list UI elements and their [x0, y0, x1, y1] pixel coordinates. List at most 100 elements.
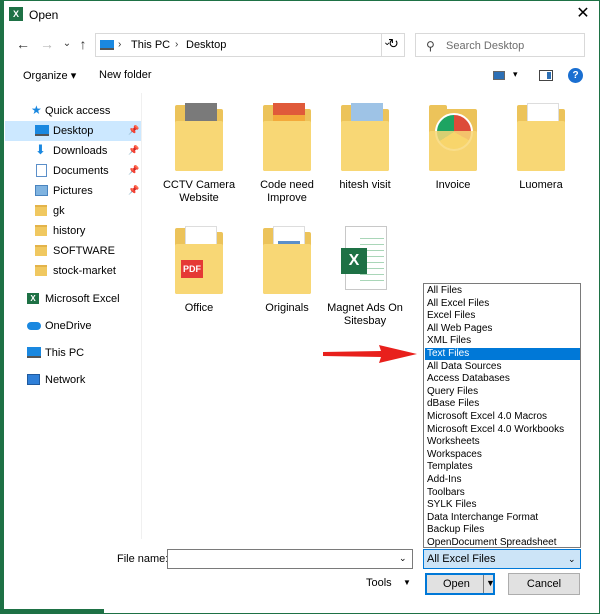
new-folder-button[interactable]: New folder — [99, 69, 152, 81]
window-title: Open — [29, 8, 59, 22]
search-box[interactable]: ⚲ — [415, 33, 585, 57]
file-name-label: Magnet Ads On Sitesbay — [327, 302, 403, 327]
file-type-option[interactable]: OpenDocument Spreadsheet — [425, 537, 580, 549]
file-type-option[interactable]: All Data Sources — [425, 361, 580, 373]
file-type-option[interactable]: Microsoft Excel 4.0 Macros — [425, 411, 580, 423]
sidebar-item-gk[interactable]: gk — [5, 201, 141, 221]
sidebar-item-label: Quick access — [45, 105, 111, 117]
tools-button[interactable]: Tools — [366, 577, 392, 589]
file-type-option[interactable]: Backup Files — [425, 524, 580, 536]
forward-button[interactable]: → — [39, 35, 55, 53]
desktop-icon — [35, 125, 49, 136]
computer-icon — [27, 347, 41, 358]
sidebar-item-network[interactable]: Network — [5, 370, 141, 390]
breadcrumb-separator: › — [118, 39, 122, 50]
documents-icon — [36, 164, 47, 177]
change-view-icon[interactable] — [493, 71, 505, 80]
file-type-option[interactable]: Excel Files — [425, 310, 580, 322]
sidebar-item-this-pc[interactable]: This PC — [5, 343, 141, 363]
file-type-option[interactable]: Query Files — [425, 386, 580, 398]
file-item-magnet-ads-on-sitesbay[interactable]: X Magnet Ads On Sitesbay — [325, 226, 405, 336]
view-options-dropdown[interactable]: ▾ — [513, 69, 518, 80]
recent-locations-dropdown[interactable]: ⌄ — [59, 35, 75, 53]
folder-doc-blue-icon — [263, 226, 311, 296]
sidebar-item-downloads[interactable]: ⬇ Downloads 📌 — [5, 141, 141, 161]
download-icon: ⬇ — [35, 142, 46, 157]
file-name-label: Office — [184, 302, 214, 314]
file-name-dropdown-icon[interactable]: ⌄ — [399, 553, 407, 564]
sidebar-item-microsoft-excel[interactable]: X Microsoft Excel — [5, 289, 141, 309]
file-name-label: Code need Improve — [260, 179, 314, 204]
sidebar-item-documents[interactable]: Documents 📌 — [5, 161, 141, 181]
file-name-label: Originals — [265, 302, 309, 314]
folder-chrome-icon — [429, 103, 477, 173]
sidebar-item-quick-access[interactable]: ★ Quick access — [5, 101, 141, 121]
file-item-hitesh-visit[interactable]: hitesh visit — [325, 103, 405, 213]
file-type-list[interactable]: All Files All Excel Files Excel Files All W… — [423, 283, 581, 548]
sidebar-item-label: OneDrive — [45, 320, 92, 332]
file-type-option[interactable]: Workspaces — [425, 449, 580, 461]
file-type-filter-value: All Excel Files — [427, 553, 496, 565]
sidebar-item-label: stock-market — [53, 265, 116, 277]
cancel-button[interactable]: Cancel — [508, 573, 580, 595]
back-button[interactable]: ← — [15, 35, 31, 53]
tools-dropdown-icon[interactable]: ▼ — [403, 578, 411, 587]
sidebar-item-stock-market[interactable]: stock-market — [5, 261, 141, 281]
sidebar-item-onedrive[interactable]: OneDrive — [5, 316, 141, 336]
file-type-option[interactable]: Worksheets — [425, 436, 580, 448]
refresh-button[interactable]: ↻ — [381, 33, 405, 57]
up-button[interactable]: ↑ — [75, 35, 91, 53]
file-item-luomera[interactable]: Luomera — [501, 103, 581, 213]
file-name-label: CCTV Camera Website — [162, 179, 236, 204]
file-type-option[interactable]: Microsoft Excel 4.0 Workbooks — [425, 424, 580, 436]
sidebar-item-label: history — [53, 225, 86, 237]
folder-icon — [35, 245, 47, 256]
open-dialog: X Open ✕ ← → ⌄ ↑ › This PC › Desktop ⌄ ↻… — [0, 0, 600, 614]
file-item-office[interactable]: PDF Office — [159, 226, 239, 336]
open-options-dropdown[interactable]: ▼ — [486, 578, 495, 588]
file-type-option[interactable]: Access Databases — [425, 373, 580, 385]
file-item-code-need-improve[interactable]: Code need Improve — [247, 103, 327, 213]
sidebar-item-pictures[interactable]: Pictures 📌 — [5, 181, 141, 201]
file-name-label: File name: — [117, 553, 169, 565]
file-name-input[interactable] — [167, 549, 413, 569]
open-button[interactable]: Open ▼ — [425, 573, 495, 595]
file-item-invoice[interactable]: Invoice — [413, 103, 493, 213]
search-input[interactable] — [446, 38, 580, 54]
organize-button[interactable]: Organize ▾ — [23, 69, 76, 82]
file-type-option[interactable]: All Web Pages — [425, 323, 580, 335]
excel-badge: X — [341, 248, 367, 274]
file-type-option[interactable]: All Excel Files — [425, 298, 580, 310]
file-type-option[interactable]: Text Files — [425, 348, 580, 360]
sidebar-item-label: Microsoft Excel — [45, 293, 120, 305]
folder-icon — [35, 225, 47, 236]
file-type-option[interactable]: Toolbars — [425, 487, 580, 499]
folder-icon — [35, 265, 47, 276]
breadcrumb-this-pc[interactable]: This PC — [131, 39, 170, 51]
sidebar-item-history[interactable]: history — [5, 221, 141, 241]
network-icon — [27, 374, 40, 385]
file-item-originals[interactable]: Originals — [247, 226, 327, 336]
file-type-option[interactable]: Data Interchange Format — [425, 512, 580, 524]
title-bar: X Open ✕ — [1, 1, 600, 29]
help-icon[interactable]: ? — [568, 68, 583, 83]
file-type-option[interactable]: dBase Files — [425, 398, 580, 410]
sidebar-item-label: Downloads — [53, 145, 108, 157]
preview-pane-icon[interactable] — [539, 70, 553, 81]
sidebar-item-desktop[interactable]: Desktop 📌 — [5, 121, 141, 141]
file-item-cctv-camera-website[interactable]: CCTV Camera Website — [159, 103, 239, 213]
breadcrumb-desktop[interactable]: Desktop — [186, 39, 226, 51]
sidebar-item-software[interactable]: SOFTWARE — [5, 241, 141, 261]
file-type-filter[interactable]: All Excel Files ⌄ — [423, 549, 581, 569]
sidebar-item-label: Network — [45, 374, 86, 386]
folder-chart-icon — [263, 103, 311, 173]
file-type-option[interactable]: XML Files — [425, 335, 580, 347]
pictures-icon — [35, 185, 48, 196]
sidebar-item-label: SOFTWARE — [53, 245, 115, 257]
close-button[interactable]: ✕ — [571, 4, 595, 26]
address-bar[interactable]: › This PC › Desktop ⌄ — [95, 33, 405, 57]
file-type-option[interactable]: SYLK Files — [425, 499, 580, 511]
file-type-option[interactable]: Templates — [425, 461, 580, 473]
file-type-option[interactable]: All Files — [425, 285, 580, 297]
file-type-option[interactable]: Add-Ins — [425, 474, 580, 486]
